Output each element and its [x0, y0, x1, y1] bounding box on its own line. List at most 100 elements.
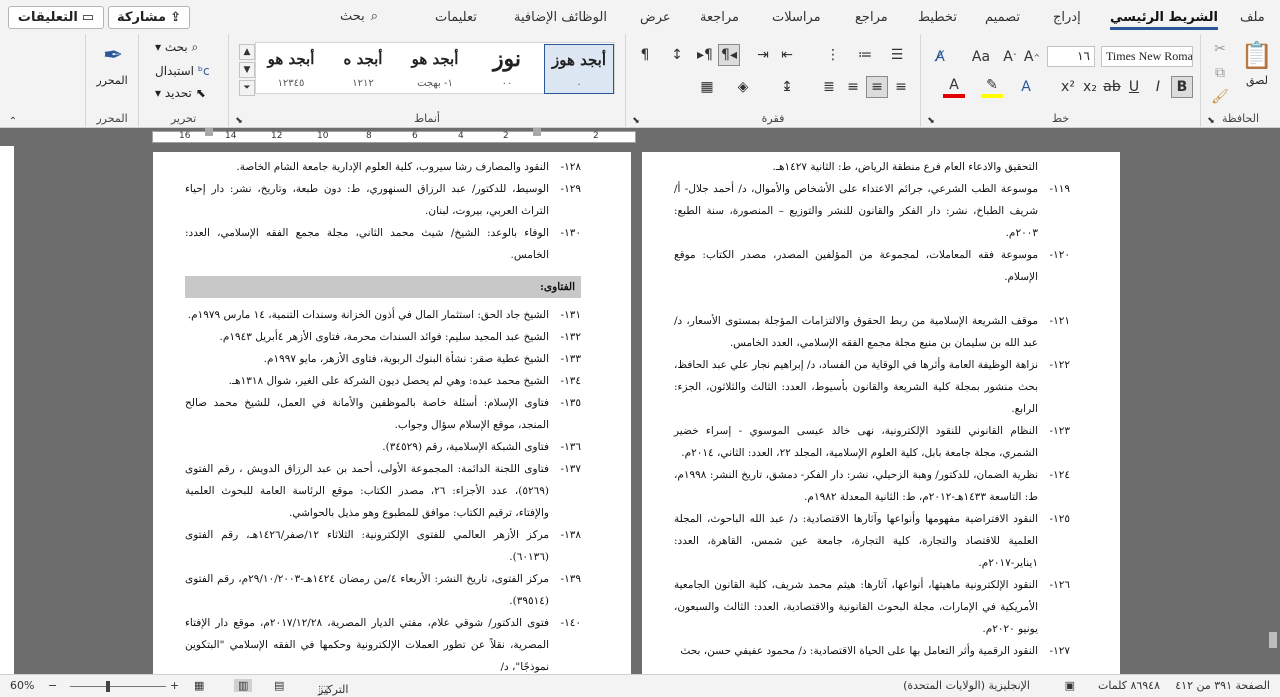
style-item-title[interactable]: نوز ٠٠ [472, 44, 542, 94]
italic-icon[interactable]: I [1147, 76, 1169, 98]
subscript-icon[interactable]: x₂ [1079, 76, 1101, 98]
empty-line [674, 288, 1070, 310]
format-painter-icon[interactable]: 🖌 [1209, 86, 1231, 108]
copy-icon[interactable]: ⧉ [1209, 62, 1231, 84]
left-indent-marker[interactable] [205, 128, 213, 136]
align-center-icon[interactable]: ≡ [866, 76, 888, 98]
reference-text: الشيخ عبد المجيد سليم: فوائد السندات محر… [219, 331, 549, 343]
strikethrough-icon[interactable]: ab [1101, 76, 1123, 98]
align-right-icon[interactable]: ≡ [842, 76, 864, 98]
style-item-heading1[interactable]: أبجد هو ١- بهجت [400, 44, 470, 94]
tab-mailings[interactable]: مراسلات [772, 10, 821, 25]
proofing-icon[interactable]: ▣ [1065, 679, 1075, 692]
tab-file[interactable]: ملف [1240, 10, 1265, 25]
tab-addins[interactable]: الوظائف الإضافية [514, 10, 607, 25]
document-page-left[interactable]: ١٢٨- النقود والمصارف رشا سيروب، كلية العل… [153, 152, 631, 674]
font-name-box[interactable]: Times New Roman [1101, 46, 1193, 67]
comments-button[interactable]: التعليقات ▭ [8, 6, 104, 29]
grow-font-icon[interactable]: A ^ [1021, 46, 1043, 68]
reference-item: ١٣٠- الوفاء بالوعد: الشيخ/ شيث محمد الثان… [185, 222, 581, 266]
align-left-icon[interactable]: ≡ [890, 76, 912, 98]
borders-icon[interactable]: ▦ [696, 76, 718, 98]
right-indent-marker[interactable] [533, 128, 541, 136]
styles-scroll-down-icon[interactable]: ▼ [239, 62, 255, 78]
zoom-out-icon[interactable]: − [48, 679, 57, 692]
bullets-icon[interactable]: ☰ [886, 44, 908, 66]
reference-text: فتاوى الشبكة الإسلامية، رقم (٣٤٥٢٩). [382, 441, 549, 453]
reference-number: ١٢٨- [560, 161, 581, 173]
style-item-heading3[interactable]: أبجد هو ١٢٣٤٥ [256, 44, 326, 94]
highlight-icon[interactable]: ✎ [981, 76, 1003, 98]
page-count[interactable]: الصفحة ٣٩١ من ٤١٢ [1175, 679, 1270, 692]
tab-home[interactable]: الشريط الرئيسي [1110, 10, 1218, 30]
ruler-bar[interactable]: 2 2 4 6 8 10 12 14 16 [152, 128, 636, 143]
change-case-icon[interactable]: Aa [967, 46, 995, 68]
replace-button[interactable]: استبدال ᵇc [155, 64, 210, 78]
style-name: أبجد هو [267, 50, 315, 68]
tell-me-search[interactable]: بحث ⌕ [340, 9, 378, 24]
reference-text: الشيخ عطية صقر: نشأة البنوك الربوية، فتا… [263, 353, 549, 365]
share-button[interactable]: مشاركة ⇪ [108, 6, 190, 29]
ribbon-tab-bar: ملف الشريط الرئيسي إدراج تصميم تخطيط مرا… [0, 0, 1280, 34]
editor-label[interactable]: المحرر [86, 74, 138, 87]
document-page-right[interactable]: التحقيق والادعاء العام فرع منطقة الرياض،… [642, 152, 1120, 674]
line-spacing-icon[interactable]: ↨ [776, 76, 798, 98]
tab-review[interactable]: مراجعة [700, 10, 739, 25]
scrollbar-thumb[interactable] [1269, 632, 1277, 648]
font-size-box[interactable]: ١٦ [1047, 46, 1095, 67]
zoom-level[interactable]: 60% [10, 679, 34, 692]
reference-text: موسوعة فقه المعاملات، لمجموعة من المؤلفي… [674, 249, 1038, 283]
editor-pen-icon[interactable]: ✒ [98, 40, 128, 70]
font-color-icon[interactable]: A [943, 76, 965, 98]
rtl-direction-icon[interactable]: ¶◂ [718, 44, 740, 66]
shrink-font-icon[interactable]: Aˇ [999, 46, 1021, 68]
bold-icon[interactable]: B [1171, 76, 1193, 98]
style-item-normal[interactable]: أبجد هوز ٠ [544, 44, 614, 94]
read-mode-icon[interactable]: ▤ [274, 679, 284, 692]
find-button[interactable]: ▾ بحث ⌕ [155, 40, 198, 55]
word-count[interactable]: ٨٦٩٤٨ كلمات [1098, 679, 1160, 692]
text-effects-icon[interactable]: A [1015, 76, 1037, 98]
superscript-icon[interactable]: x² [1057, 76, 1079, 98]
select-button[interactable]: ▾ تحديد ⬉ [155, 86, 206, 100]
reference-item: ١٣٨- مركز الأزهر العالمي للفتوى الإلكترون… [185, 524, 581, 568]
zoom-slider-thumb[interactable] [106, 681, 110, 692]
tab-design[interactable]: تصميم [985, 10, 1020, 25]
paste-label[interactable]: لصق [1241, 74, 1273, 87]
zoom-in-icon[interactable]: + [170, 679, 179, 692]
web-layout-icon[interactable]: ▦ [194, 679, 204, 692]
reference-number: ١٢٠- [1049, 249, 1070, 261]
styles-gallery: أبجد هوز ٠ نوز ٠٠ أبجد هو ١- بهجت أبجد ه… [255, 42, 615, 94]
ltr-direction-icon[interactable]: ▸¶ [694, 44, 716, 66]
paste-icon[interactable]: 📋 [1241, 40, 1273, 72]
tab-references[interactable]: مراجع [855, 10, 888, 25]
style-name: أبجد هو [411, 50, 459, 68]
tab-view[interactable]: عرض [640, 10, 671, 25]
language-indicator[interactable]: الإنجليزية (الولايات المتحدة) [903, 679, 1030, 692]
tab-insert[interactable]: إدراج [1053, 10, 1081, 25]
multilevel-list-icon[interactable]: ⋮ [822, 44, 844, 66]
ruler-number: 10 [317, 131, 329, 141]
styles-more-icon[interactable]: ⏷ [239, 80, 255, 96]
reference-text: النظام القانوني للنقود الإلكترونية، نهى … [674, 425, 1038, 459]
cut-icon[interactable]: ✂ [1209, 38, 1231, 60]
reference-item: ١٢٨- النقود والمصارف رشا سيروب، كلية العل… [185, 156, 581, 178]
shading-icon[interactable]: ◈ [732, 76, 754, 98]
justify-icon[interactable]: ≣ [818, 76, 840, 98]
sort-icon[interactable]: ↕ [666, 44, 688, 66]
show-marks-icon[interactable]: ¶ [634, 44, 656, 66]
tab-help[interactable]: تعليمات [435, 10, 477, 25]
print-layout-icon[interactable]: ▥ [234, 679, 253, 692]
zoom-slider[interactable] [70, 686, 166, 687]
decrease-indent-icon[interactable]: ⇤ [776, 44, 798, 66]
reference-number: ١٣٢- [560, 331, 581, 343]
underline-icon[interactable]: U [1123, 76, 1145, 98]
vertical-scrollbar[interactable] [1266, 146, 1280, 674]
styles-scroll-up-icon[interactable]: ▲ [239, 44, 255, 60]
ruler-number: 4 [458, 131, 464, 141]
style-item-heading2[interactable]: أبجد ه ١٢١٢ [328, 44, 398, 94]
clear-formatting-icon[interactable]: A̸ [929, 46, 951, 68]
numbering-icon[interactable]: ≔ [854, 44, 876, 66]
increase-indent-icon[interactable]: ⇥ [752, 44, 774, 66]
tab-layout[interactable]: تخطيط [918, 10, 957, 25]
